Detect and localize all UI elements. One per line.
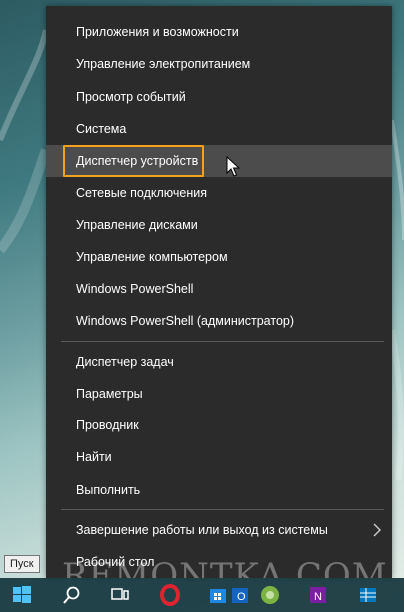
start-tooltip: Пуск	[4, 555, 40, 573]
menu-separator	[61, 509, 384, 510]
menu-item-label: Выполнить	[76, 483, 141, 497]
task-view-icon[interactable]	[108, 583, 132, 607]
menu-item-label: Управление компьютером	[76, 250, 228, 264]
menu-item-task-manager[interactable]: Диспетчер задач	[46, 346, 392, 378]
menu-item-settings[interactable]: Параметры	[46, 378, 392, 410]
mouse-cursor-icon	[226, 156, 240, 177]
menu-item-event-viewer[interactable]: Просмотр событий	[46, 81, 392, 113]
menu-item-label: Рабочий стол	[76, 555, 155, 569]
menu-separator	[61, 341, 384, 342]
svg-text:N: N	[314, 591, 322, 603]
outlook-icon[interactable]: O	[228, 583, 252, 607]
menu-item-label: Система	[76, 122, 127, 136]
menu-item-powershell-admin[interactable]: Windows PowerShell (администратор)	[46, 305, 392, 337]
menu-item-desktop[interactable]: Рабочий стол	[46, 546, 392, 578]
winx-context-menu: Приложения и возможности Управление элек…	[46, 6, 392, 578]
menu-item-label: Найти	[76, 450, 112, 464]
chevron-right-icon	[373, 523, 381, 537]
onenote-icon[interactable]: N	[306, 583, 330, 607]
menu-item-computer-management[interactable]: Управление компьютером	[46, 241, 392, 273]
menu-item-system[interactable]: Система	[46, 113, 392, 145]
menu-item-shutdown-signout[interactable]: Завершение работы или выход из системы	[46, 514, 392, 546]
green-app-icon[interactable]	[258, 583, 282, 607]
menu-item-network-connections[interactable]: Сетевые подключения	[46, 177, 392, 209]
taskbar: O N	[0, 578, 404, 612]
menu-item-run[interactable]: Выполнить	[46, 474, 392, 506]
svg-text:O: O	[237, 591, 246, 603]
menu-item-label: Управление дисками	[76, 218, 198, 232]
opera-icon[interactable]	[158, 583, 182, 607]
menu-item-label: Windows PowerShell (администратор)	[76, 314, 295, 328]
menu-item-disk-management[interactable]: Управление дисками	[46, 209, 392, 241]
menu-item-label: Параметры	[76, 387, 143, 401]
menu-item-label: Windows PowerShell	[76, 282, 194, 296]
menu-item-label: Просмотр событий	[76, 90, 186, 104]
menu-item-power-options[interactable]: Управление электропитанием	[46, 48, 392, 80]
grid-app-icon[interactable]	[356, 583, 380, 607]
menu-item-label: Управление электропитанием	[76, 57, 251, 71]
menu-item-label: Приложения и возможности	[76, 25, 239, 39]
menu-item-explorer[interactable]: Проводник	[46, 409, 392, 441]
windows-start-icon[interactable]	[10, 583, 34, 607]
menu-item-label: Сетевые подключения	[76, 186, 208, 200]
menu-item-label: Проводник	[76, 418, 139, 432]
menu-item-apps-features[interactable]: Приложения и возможности	[46, 16, 392, 48]
search-icon[interactable]	[60, 583, 84, 607]
menu-item-search[interactable]: Найти	[46, 441, 392, 473]
menu-item-powershell[interactable]: Windows PowerShell	[46, 273, 392, 305]
windows-store-icon[interactable]	[206, 583, 230, 607]
menu-item-label: Завершение работы или выход из системы	[76, 523, 328, 537]
highlight-box	[63, 145, 204, 177]
menu-item-label: Диспетчер задач	[76, 355, 174, 369]
